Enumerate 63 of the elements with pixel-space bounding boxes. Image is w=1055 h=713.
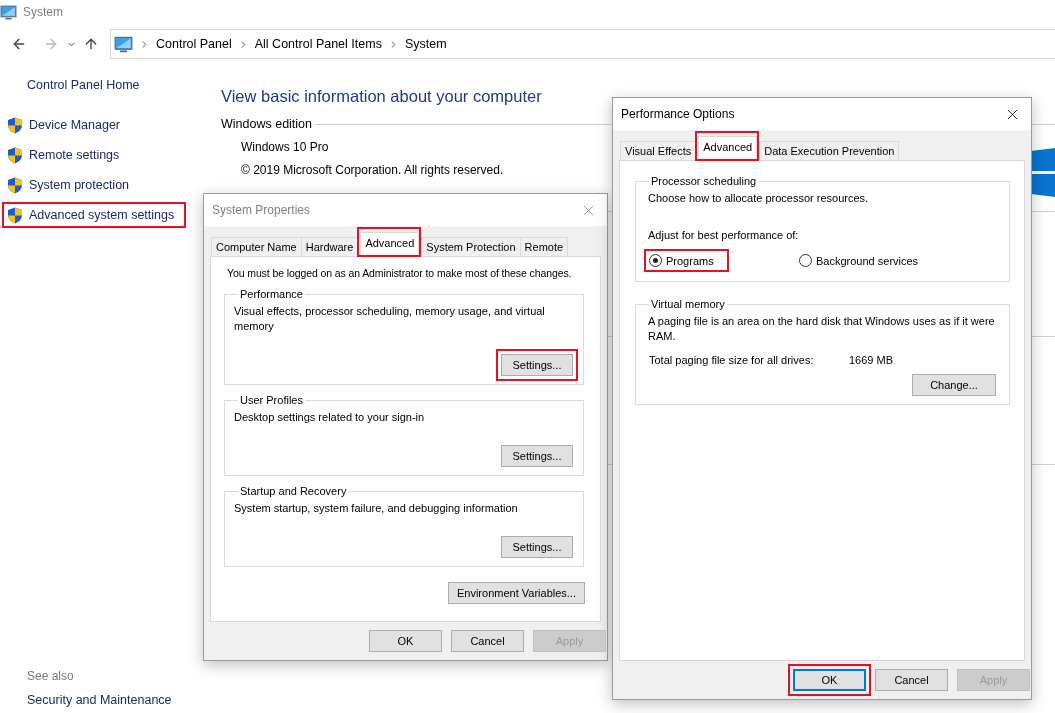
tab[interactable]: Computer Name [211,237,302,256]
dialog-button[interactable]: OK [793,669,866,691]
window-panes-icon [1031,148,1055,197]
paging-size-value: 1669 MB [849,354,894,366]
sidebar-link[interactable]: Control Panel Home [27,78,221,92]
dialog-button[interactable]: Settings... [501,536,573,558]
group-title: User Profiles [239,394,304,406]
computer-icon [0,3,17,21]
group-title: Virtual memory [650,298,726,310]
sidebar-item-label: Remote settings [29,148,120,162]
dialog-title: System Properties [212,203,311,217]
sidebar-item[interactable]: Device Manager [2,112,132,138]
radio-button[interactable] [799,254,812,267]
group-title: Startup and Recovery [239,485,348,497]
sidebar-item[interactable]: System protection [2,172,142,198]
shield-icon [7,176,23,194]
tab[interactable]: Remote [519,237,569,256]
radio-button[interactable] [649,254,662,267]
tab[interactable]: Advanced [360,232,420,254]
breadcrumb[interactable]: All Control Panel Items [254,37,382,51]
sidebar-item-label: System protection [29,178,130,192]
breadcrumb[interactable]: System [404,37,447,51]
paging-size-label: Total paging file size for all drives: [649,354,815,366]
tab[interactable]: System Protection [421,237,521,256]
tab[interactable]: Advanced [698,136,758,158]
section-title: Windows edition [221,117,312,131]
notice-text: You must be logged on as an Administrator to make most of these changes. [227,267,573,279]
dialog-button[interactable]: OK [369,630,442,652]
group-description: A paging file is an area on the hard disk that Windows uses as if it were RAM. [648,314,996,344]
group-description: Desktop settings related to your sign-in [234,410,426,425]
dialog-button[interactable]: Cancel [875,669,948,691]
group-description: Choose how to allocate processor resources. [648,191,870,206]
shield-icon [7,146,23,164]
group-prompt: Adjust for best performance of: [648,228,800,243]
tab[interactable]: Visual Effects [620,141,697,160]
shield-icon [7,116,23,134]
group-title: Processor scheduling [650,175,758,187]
sidebar-item[interactable]: Remote settings [2,142,132,168]
dialog-button[interactable]: Change... [912,374,996,396]
group-description: Visual effects, processor scheduling, memory usage, and virtual memory [234,304,546,334]
tab[interactable]: Data Execution Prevention [759,141,900,160]
info-text: Windows 10 Pro [241,140,329,154]
page-heading: View basic information about your computer [221,87,543,106]
window-title: System [23,5,63,19]
dialog-button[interactable]: Settings... [501,354,573,376]
sidebar-item-label: Device Manager [29,118,120,132]
radio-label[interactable]: Background services [816,254,919,267]
dialog-button[interactable]: Environment Variables... [447,582,585,604]
sidebar-item-label: Advanced system settings [29,208,175,222]
breadcrumb[interactable]: Control Panel [156,37,232,51]
see-also-link[interactable]: Security and Maintenance [27,693,221,707]
group-description: System startup, system failure, and debugging information [234,501,519,516]
info-text: © 2019 Microsoft Corporation. All rights reserved. [241,163,504,177]
dialog-title: Performance Options [621,107,735,121]
group-title: Performance [239,288,304,300]
sidebar-item[interactable]: Advanced system settings [2,202,187,228]
radio-label[interactable]: Programs [666,254,714,267]
address-bar[interactable]: Control Panel All Control Panel Items System [110,29,1055,59]
see-also-heading: See also [27,669,75,683]
dialog-button[interactable]: Cancel [451,630,524,652]
computer-icon [114,34,133,54]
dialog-button[interactable]: Settings... [501,445,573,467]
shield-icon [7,206,23,224]
